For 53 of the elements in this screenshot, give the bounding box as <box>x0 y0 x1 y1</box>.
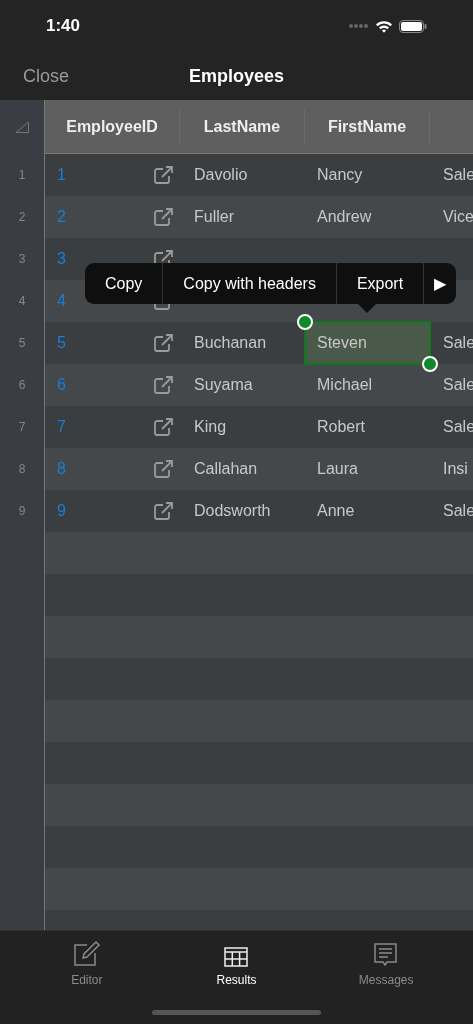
row-number: 5 <box>18 335 26 352</box>
open-external-icon[interactable] <box>154 460 174 478</box>
table-cell-text: Insi <box>443 459 468 479</box>
table-cell[interactable]: Michael <box>305 364 430 406</box>
column-header[interactable]: EmployeeID <box>66 114 158 139</box>
selection-handle[interactable] <box>422 356 438 372</box>
status-time: 1:40 <box>46 15 81 38</box>
menu-item[interactable]: Copy <box>85 263 163 304</box>
menu-item[interactable]: ▶ <box>423 263 457 304</box>
signal-icon <box>349 23 369 29</box>
battery-icon <box>399 19 427 33</box>
table-cell-text: Callahan <box>194 459 258 479</box>
row-number: 9 <box>18 503 26 520</box>
row-number: 4 <box>18 293 26 310</box>
column-header[interactable]: FirstName <box>327 114 407 139</box>
open-external-icon[interactable] <box>154 376 174 394</box>
table-cell[interactable]: Laura <box>305 448 430 490</box>
open-external-icon[interactable] <box>154 208 174 226</box>
open-external-icon[interactable] <box>154 502 174 520</box>
corner-triangle-icon[interactable] <box>15 121 29 133</box>
tab[interactable]: Editor <box>36 939 137 989</box>
table-cell-text: Vice <box>443 207 473 227</box>
table-cell[interactable]: Robert <box>305 406 430 448</box>
row-number: 7 <box>18 419 26 436</box>
wifi-icon <box>375 19 393 33</box>
row-number: 6 <box>18 377 26 394</box>
column-header[interactable]: LastName <box>203 114 281 139</box>
table-cell[interactable]: Anne <box>305 490 430 532</box>
table-cell-text: King <box>194 417 227 437</box>
table-cell[interactable]: Nancy <box>305 154 430 196</box>
message-icon <box>374 943 399 967</box>
table-cell-text: Davolio <box>194 165 248 185</box>
tab[interactable]: Results <box>186 939 287 989</box>
table-cell-text: Suyama <box>194 375 253 395</box>
row-number: 3 <box>18 251 26 268</box>
close-button[interactable]: Close <box>23 62 70 90</box>
grid-icon <box>224 947 249 967</box>
row-number: 1 <box>18 167 26 184</box>
row-number: 8 <box>18 461 26 478</box>
screen-title: Employees <box>189 64 284 88</box>
tab[interactable]: Messages <box>336 939 437 989</box>
table-cell-text: Dodsworth <box>194 501 271 521</box>
table-cell-text: Buchanan <box>194 333 267 353</box>
table-cell[interactable]: Andrew <box>305 196 430 238</box>
selection-handle[interactable] <box>297 314 313 330</box>
menu-item[interactable]: Copy with headers <box>162 263 336 304</box>
table-cell-text: Fuller <box>194 207 234 227</box>
edit-icon <box>72 941 101 967</box>
selected-cell[interactable]: Steven <box>305 322 430 364</box>
open-external-icon[interactable] <box>154 418 174 436</box>
open-external-icon[interactable] <box>154 334 174 352</box>
row-number: 2 <box>18 209 26 226</box>
open-external-icon[interactable] <box>154 166 174 184</box>
